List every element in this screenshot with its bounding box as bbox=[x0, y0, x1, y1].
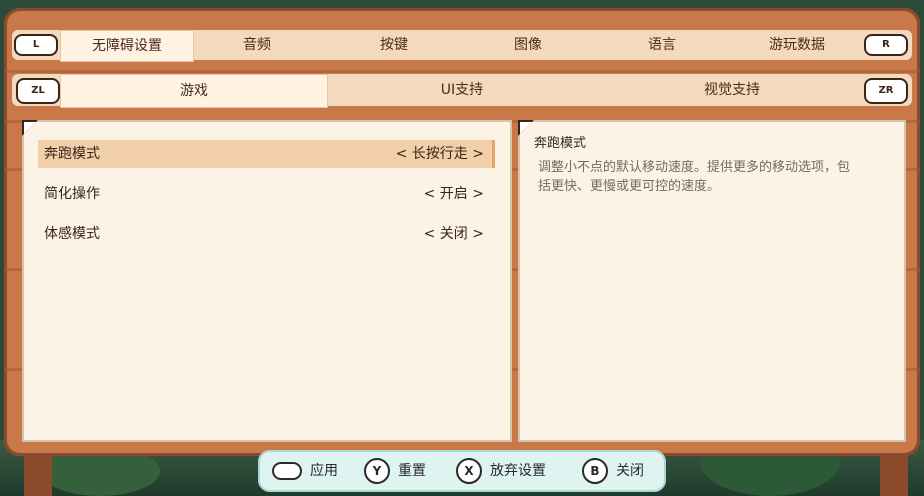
discard-label: 放弃设置 bbox=[490, 463, 546, 479]
reset-button[interactable]: Y 重置 bbox=[364, 458, 444, 484]
subtab-game[interactable]: 游戏 bbox=[60, 74, 328, 108]
paper-corner bbox=[24, 122, 36, 134]
subtab-ui-support[interactable]: UI支持 bbox=[392, 74, 532, 106]
option-value[interactable]: < 关闭 > bbox=[424, 220, 484, 248]
tab-graphics[interactable]: 图像 bbox=[478, 30, 578, 60]
option-value[interactable]: < 长按行走 > bbox=[396, 140, 484, 168]
plus-button-icon bbox=[272, 462, 302, 480]
close-label: 关闭 bbox=[616, 463, 644, 479]
tab-accessibility[interactable]: 无障碍设置 bbox=[60, 30, 194, 62]
discard-button[interactable]: X 放弃设置 bbox=[456, 458, 566, 484]
trigger-zl-button[interactable]: ZL bbox=[16, 78, 60, 104]
subtab-visual-support[interactable]: 视觉支持 bbox=[652, 74, 812, 106]
options-panel: 奔跑模式 < 长按行走 > 简化操作 < 开启 > 体感模式 < 关闭 > bbox=[22, 120, 512, 442]
description-panel: 奔跑模式 调整小不点的默认移动速度。提供更多的移动选项，包括更快、更慢或更可控的… bbox=[518, 120, 906, 442]
description-body: 调整小不点的默认移动速度。提供更多的移动选项，包括更快、更慢或更可控的速度。 bbox=[538, 160, 851, 194]
close-button[interactable]: B 关闭 bbox=[582, 458, 658, 484]
b-button-icon: B bbox=[582, 458, 608, 484]
description-title: 奔跑模式 bbox=[534, 136, 587, 151]
tab-play-data[interactable]: 游玩数据 bbox=[742, 30, 852, 60]
y-button-icon: Y bbox=[364, 458, 390, 484]
tab-controls[interactable]: 按键 bbox=[344, 30, 444, 60]
main-tab-bar: 无障碍设置 音频 按键 图像 语言 游玩数据 bbox=[12, 30, 912, 62]
apply-label: 应用 bbox=[310, 463, 338, 479]
tab-audio[interactable]: 音频 bbox=[207, 30, 307, 60]
reset-label: 重置 bbox=[398, 463, 426, 479]
button-hints-bar: 应用 Y 重置 X 放弃设置 B 关闭 bbox=[258, 450, 666, 492]
x-button-icon: X bbox=[456, 458, 482, 484]
option-run-mode[interactable]: 奔跑模式 < 长按行走 > bbox=[38, 140, 495, 168]
option-label: 奔跑模式 bbox=[44, 146, 100, 162]
shoulder-l-button[interactable]: L bbox=[14, 34, 58, 56]
option-label: 简化操作 bbox=[44, 186, 100, 202]
option-simplified-controls[interactable]: 简化操作 < 开启 > bbox=[38, 180, 492, 208]
paper-corner bbox=[520, 122, 532, 134]
option-motion-controls[interactable]: 体感模式 < 关闭 > bbox=[38, 220, 492, 248]
tab-language[interactable]: 语言 bbox=[612, 30, 712, 60]
option-value[interactable]: < 开启 > bbox=[424, 180, 484, 208]
trigger-zr-button[interactable]: ZR bbox=[864, 78, 908, 104]
option-label: 体感模式 bbox=[44, 226, 100, 242]
apply-button[interactable]: 应用 bbox=[272, 458, 352, 484]
plank-line bbox=[4, 70, 920, 73]
sub-tab-bar: 游戏 UI支持 视觉支持 bbox=[12, 74, 912, 108]
shoulder-r-button[interactable]: R bbox=[864, 34, 908, 56]
